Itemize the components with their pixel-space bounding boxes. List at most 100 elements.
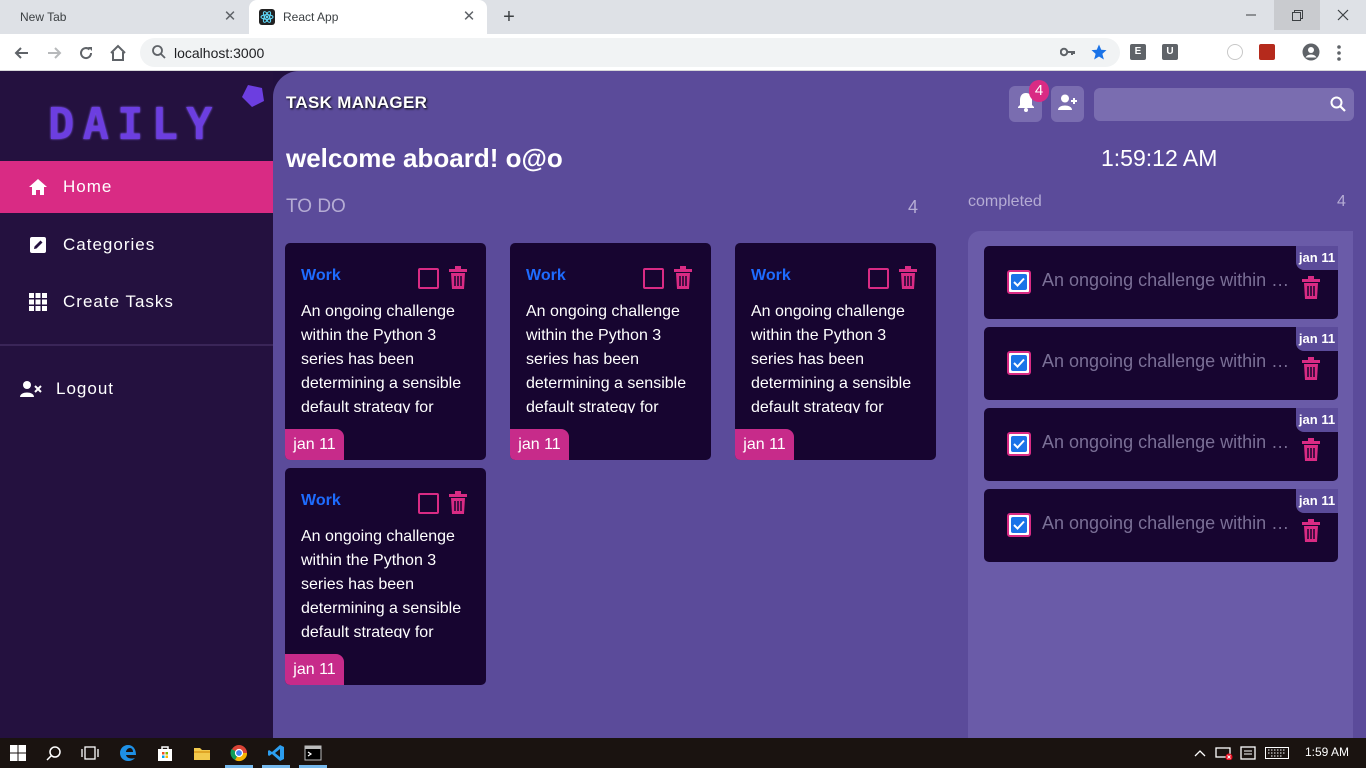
task-date: jan 11 [735,429,794,460]
forward-button[interactable] [42,41,66,65]
completed-task[interactable]: An ongoing challenge within the Python 3… [984,408,1338,481]
task-view-icon[interactable] [80,743,100,763]
notification-count-badge: 4 [1029,80,1049,102]
complete-checkbox[interactable] [643,268,664,289]
task-date: jan 11 [510,429,569,460]
trash-icon[interactable] [1301,357,1321,386]
extension-circle-icon[interactable] [1227,44,1243,60]
minimize-button[interactable] [1228,0,1274,30]
vscode-icon[interactable] [266,743,286,763]
sidebar-item-create-tasks[interactable]: Create Tasks [0,276,273,328]
task-category: Work [301,492,341,509]
close-tab-icon[interactable]: ✕ [461,9,477,25]
keyboard-icon[interactable] [1264,743,1290,763]
trash-icon[interactable] [448,491,468,520]
trash-icon[interactable] [448,266,468,295]
menu-kebab-icon[interactable] [1336,44,1342,67]
close-tab-icon[interactable]: ✕ [222,9,238,25]
complete-checkbox[interactable] [418,493,439,514]
store-icon[interactable] [155,743,175,763]
sidebar-item-label: Create Tasks [63,292,174,311]
new-tab-button[interactable]: + [500,7,518,27]
sidebar-item-categories[interactable]: Categories [0,219,273,271]
close-window-button[interactable] [1320,0,1366,30]
bookmark-star-icon[interactable] [1090,43,1108,66]
checked-checkbox[interactable] [1007,270,1031,294]
chrome-icon[interactable] [229,743,249,763]
clock: 1:59:12 AM [1101,145,1218,171]
extension-u-icon[interactable]: U [1162,44,1178,60]
sidebar-item-logout[interactable]: Logout [0,363,273,415]
task-category: Work [301,267,341,284]
completed-task-date: jan 11 [1296,246,1338,270]
completed-task-text: An ongoing challenge within the Python 3… [1042,513,1290,533]
checked-checkbox[interactable] [1007,513,1031,537]
user-remove-icon [20,378,42,400]
address-toolbar: localhost:3000 E U [0,34,1366,71]
task-card[interactable]: Work An ongoing challenge within the Pyt… [285,468,486,685]
check-icon [1011,274,1027,290]
search-icon[interactable] [44,743,64,763]
tab-new-tab[interactable]: New Tab ✕ [0,0,248,34]
complete-checkbox[interactable] [868,268,889,289]
file-explorer-icon[interactable] [192,743,212,763]
search-input[interactable] [1094,88,1319,121]
reload-button[interactable] [74,41,98,65]
edge-browser-icon[interactable] [118,743,138,763]
extension-e-icon[interactable]: E [1130,44,1146,60]
task-card[interactable]: Work An ongoing challenge within the Pyt… [735,243,936,460]
home-button[interactable] [106,41,130,65]
welcome-heading: welcome aboard! o@o [286,143,563,173]
task-card[interactable]: Work An ongoing challenge within the Pyt… [285,243,486,460]
add-user-button[interactable] [1051,86,1084,122]
main-content: TASK MANAGER 4 welcome aboard! o@o 1:59:… [273,71,1366,738]
task-date: jan 11 [285,429,344,460]
restore-button[interactable] [1274,0,1320,30]
app-logo: DAILY [48,99,221,150]
completed-task-date: jan 11 [1296,327,1338,351]
address-bar[interactable]: localhost:3000 [140,38,1120,67]
completed-task[interactable]: An ongoing challenge within the Python 3… [984,489,1338,562]
task-category: Work [751,267,791,284]
task-category: Work [526,267,566,284]
checked-checkbox[interactable] [1007,432,1031,456]
task-card[interactable]: Work An ongoing challenge within the Pyt… [510,243,711,460]
completed-section-title: completed [968,193,1042,210]
tab-react-app[interactable]: React App ✕ [249,0,487,34]
completed-task[interactable]: An ongoing challenge within the Python 3… [984,327,1338,400]
trash-icon[interactable] [898,266,918,295]
completed-task[interactable]: An ongoing challenge within the Python 3… [984,246,1338,319]
sidebar-item-label: Categories [63,235,156,254]
windows-start-icon[interactable] [8,743,28,763]
terminal-icon[interactable] [303,743,323,763]
network-icon[interactable] [1214,743,1234,763]
back-button[interactable] [10,41,34,65]
completed-task-date: jan 11 [1296,489,1338,513]
trash-icon[interactable] [1301,438,1321,467]
sidebar-item-label: Home [63,177,113,196]
key-icon[interactable] [1059,45,1076,64]
logo-gem-icon [240,83,266,114]
task-text: An ongoing challenge within the Python 3… [526,303,687,413]
extension-red-icon[interactable] [1259,44,1275,60]
todo-section-title: TO DO [286,196,346,217]
tab-label: New Tab [20,10,67,24]
profile-avatar-icon[interactable] [1302,43,1320,66]
taskbar-clock[interactable]: 1:59 AM [1305,745,1349,759]
app-brand-title: TASK MANAGER [286,93,428,112]
complete-checkbox[interactable] [418,268,439,289]
checked-checkbox[interactable] [1007,351,1031,375]
trash-icon[interactable] [673,266,693,295]
search-box [1094,88,1354,121]
chevron-up-icon[interactable] [1190,743,1210,763]
check-icon [1011,517,1027,533]
task-date: jan 11 [285,654,344,685]
completed-task-date: jan 11 [1296,408,1338,432]
sidebar-item-home[interactable]: Home [0,161,273,213]
search-icon[interactable] [1330,96,1346,117]
trash-icon[interactable] [1301,276,1321,305]
search-icon [152,45,166,64]
browser-tab-strip: New Tab ✕ React App ✕ + [0,0,1366,34]
notification-center-icon[interactable] [1238,743,1258,763]
trash-icon[interactable] [1301,519,1321,548]
